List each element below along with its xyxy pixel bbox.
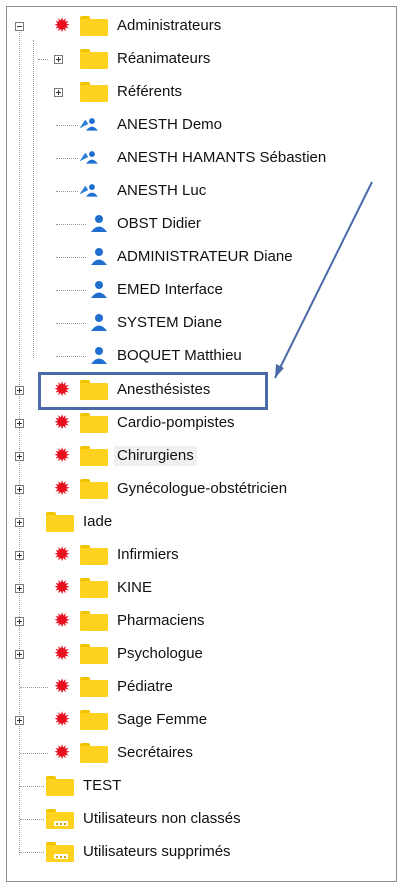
expand-toggle[interactable]	[15, 584, 24, 593]
folder-icon	[80, 446, 108, 466]
tree-item-label: Gynécologue-obstétricien	[117, 480, 288, 497]
tree-item-label: Psychologue	[117, 645, 203, 662]
gear-icon: ✹	[53, 478, 71, 500]
expand-toggle[interactable]	[15, 617, 24, 626]
folder-icon	[80, 479, 108, 499]
tree-guide-line	[20, 687, 48, 688]
gear-icon: ✹	[53, 544, 71, 566]
gear-icon: ✹	[53, 610, 71, 632]
gear-icon: ✹	[53, 709, 71, 731]
folder-icon	[46, 776, 74, 796]
tree-item-group[interactable]: TEST	[0, 774, 390, 798]
gear-icon: ✹	[53, 445, 71, 467]
gear-icon: ✹	[53, 577, 71, 599]
tree-guide-line	[20, 819, 44, 820]
tree-item-label: Iade	[83, 513, 113, 530]
folder-icon	[80, 677, 108, 697]
tree-guide-line	[20, 786, 44, 787]
gear-icon: ✹	[53, 379, 71, 401]
tree-item-group[interactable]: Iade	[0, 510, 390, 534]
folder-users-icon	[46, 842, 74, 862]
tree-item-label: Utilisateurs supprimés	[83, 843, 231, 860]
tree-item-label: Chirurgiens	[114, 446, 197, 466]
folder-icon	[80, 710, 108, 730]
folder-icon	[80, 743, 108, 763]
tree-item-label: Secrétaires	[117, 744, 193, 761]
tree-item-label: TEST	[83, 777, 122, 794]
tree-item-label: Pédiatre	[117, 678, 173, 695]
tree-item-group[interactable]: Utilisateurs supprimés	[0, 840, 390, 864]
expand-toggle[interactable]	[15, 650, 24, 659]
tree-item-group[interactable]: ✹ Gynécologue-obstétricien	[0, 477, 390, 501]
tree-item-group[interactable]: ✹ Infirmiers	[0, 543, 390, 567]
tree-item-label: Sage Femme	[117, 711, 208, 728]
expand-toggle[interactable]	[15, 485, 24, 494]
expand-toggle[interactable]	[15, 518, 24, 527]
tree-item-group[interactable]: ✹ Secrétaires	[0, 741, 390, 765]
folder-icon	[80, 578, 108, 598]
gear-icon: ✹	[53, 742, 71, 764]
folder-icon	[80, 611, 108, 631]
expand-toggle[interactable]	[15, 419, 24, 428]
expand-toggle[interactable]	[15, 551, 24, 560]
tree-item-group[interactable]: ✹ Pharmaciens	[0, 609, 390, 633]
tree-item-group[interactable]: Utilisateurs non classés	[0, 807, 390, 831]
folder-icon	[46, 512, 74, 532]
tree-item-group[interactable]: ✹ Sage Femme	[0, 708, 390, 732]
tree-item-label: KINE	[117, 579, 153, 596]
expand-toggle[interactable]	[15, 452, 24, 461]
tree-item-group[interactable]: ✹ Cardio-pompistes	[0, 411, 390, 435]
folder-users-icon	[46, 809, 74, 829]
tree-item-label: Infirmiers	[117, 546, 179, 563]
folder-icon	[80, 380, 108, 400]
tree-item-label: Anesthésistes	[117, 381, 211, 398]
tree-item-group[interactable]: ✹ Chirurgiens	[0, 444, 390, 468]
expand-toggle[interactable]	[15, 716, 24, 725]
tree-item-group[interactable]: ✹ Anesthésistes	[0, 378, 390, 402]
expand-toggle[interactable]	[15, 386, 24, 395]
folder-icon	[80, 413, 108, 433]
folder-icon	[80, 545, 108, 565]
folder-icon	[80, 644, 108, 664]
tree-guide-line	[20, 753, 48, 754]
tree-item-group[interactable]: ✹ Psychologue	[0, 642, 390, 666]
tree-item-label: Pharmaciens	[117, 612, 205, 629]
gear-icon: ✹	[53, 412, 71, 434]
tree-guide-line	[20, 852, 44, 853]
tree-item-label: Utilisateurs non classés	[83, 810, 241, 827]
tree-item-label: Cardio-pompistes	[117, 414, 235, 431]
gear-icon: ✹	[53, 643, 71, 665]
gear-icon: ✹	[53, 676, 71, 698]
tree-item-group[interactable]: ✹ KINE	[0, 576, 390, 600]
tree-item-group[interactable]: ✹ Pédiatre	[0, 675, 390, 699]
